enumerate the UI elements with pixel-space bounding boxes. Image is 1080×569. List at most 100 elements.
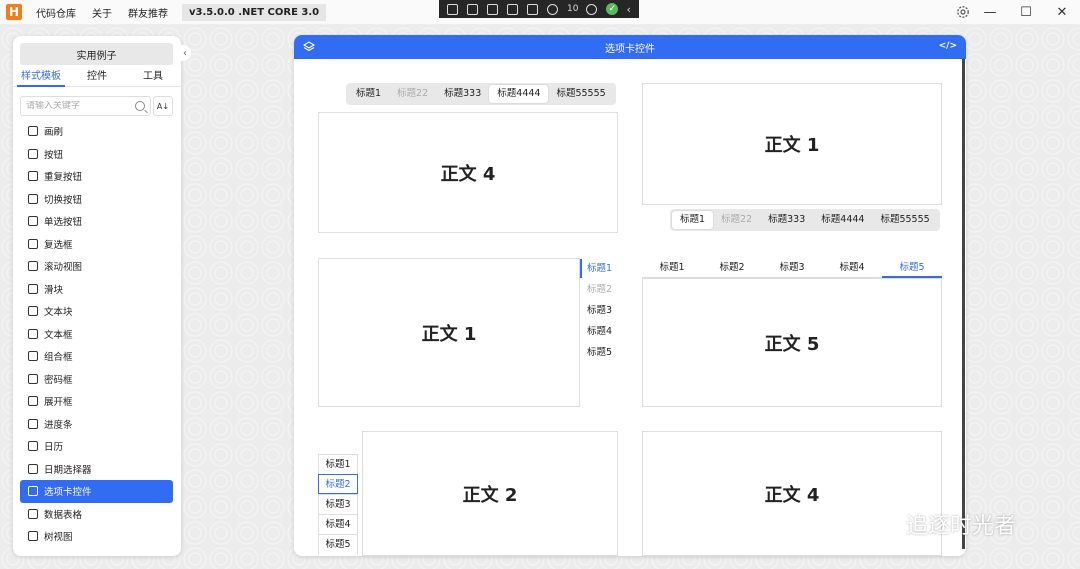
watermark: 追逐时光者 (858, 508, 1016, 540)
track-focus-icon[interactable] (527, 3, 538, 15)
collapse-toolbar-icon[interactable]: ‹ (626, 3, 630, 16)
sidebar-item-label: 进度条 (44, 419, 73, 431)
boxed-tab[interactable]: 标题5 (318, 534, 358, 554)
live-tree-icon[interactable] (447, 3, 458, 15)
tab-item[interactable]: 标题4444 (489, 85, 549, 103)
textblock-icon (28, 306, 38, 317)
select-element-icon[interactable] (487, 3, 498, 15)
sidebar-item[interactable]: 选项卡控件 (20, 480, 173, 503)
sidebar: 实用例子 样式模板 控件 工具 A↓ 画刷按钮重复按钮切换按钮单选按钮复选框滚动… (13, 36, 181, 556)
vtabs-bottom-left: 标题1 标题2 标题3 标题4 标题5 (318, 454, 358, 554)
hot-reload-check-icon[interactable]: ✓ (606, 3, 619, 15)
tabstrip-top-left: 标题1 标题22 标题333 标题4444 标题55555 (346, 83, 616, 105)
record-icon[interactable] (467, 3, 478, 15)
sidebar-item[interactable]: 树视图 (20, 525, 173, 548)
tab-controls[interactable]: 控件 (69, 69, 125, 86)
sidebar-item[interactable]: 组合框 (20, 345, 173, 368)
sidebar-item[interactable]: 滚动视图 (20, 255, 173, 278)
tab-item[interactable]: 标题333 (760, 211, 813, 229)
version-badge: v3.5.0.0 .NET CORE 3.0 (182, 3, 327, 21)
sidebar-item[interactable]: 切换按钮 (20, 188, 173, 211)
toggle-button-icon (28, 193, 38, 204)
examples-button[interactable]: 实用例子 (20, 43, 173, 65)
close-button[interactable]: ✕ (1044, 5, 1080, 20)
vertical-tab[interactable]: 标题1 (580, 258, 620, 279)
underline-tab[interactable]: 标题3 (762, 258, 822, 277)
collapse-sidebar-button[interactable]: ‹ (179, 45, 191, 61)
vertical-tab[interactable]: 标题2 (580, 279, 620, 300)
tab-item[interactable]: 标题1 (672, 211, 714, 229)
boxed-tab[interactable]: 标题4 (318, 514, 358, 534)
vertical-tab[interactable]: 标题5 (580, 342, 620, 363)
sidebar-item[interactable]: 进度条 (20, 413, 173, 436)
boxed-tab[interactable]: 标题1 (318, 454, 358, 474)
boxed-tab[interactable]: 标题3 (318, 494, 358, 514)
menu-friends[interactable]: 群友推荐 (128, 5, 168, 20)
sidebar-item[interactable]: 日历 (20, 435, 173, 458)
search-icon[interactable] (135, 101, 145, 111)
content-bottom-left: 正文 2 (362, 431, 618, 556)
tabstrip-top-right: 标题1 标题22 标题333 标题4444 标题55555 (670, 209, 940, 231)
accessibility-icon[interactable] (586, 3, 598, 15)
sidebar-item-label: 滑块 (44, 284, 64, 296)
progress-icon (28, 418, 38, 429)
tab-item[interactable]: 标题4444 (813, 211, 872, 229)
sidebar-item-label: 日期选择器 (44, 464, 92, 476)
scrollbar[interactable] (962, 59, 965, 549)
underline-tab[interactable]: 标题4 (822, 258, 882, 277)
sidebar-nav: 画刷 按钮重复按钮切换按钮单选按钮复选框滚动视图滑块文本块文本框 组合框 密码框 展开框… (20, 120, 173, 548)
minimize-button[interactable]: — (972, 5, 1008, 20)
binding-failure-icon[interactable] (547, 3, 558, 15)
sidebar-item-label: 选项卡控件 (44, 487, 92, 499)
scrollview-icon (28, 261, 38, 272)
layout-adorner-icon[interactable] (507, 3, 518, 15)
view-code-icon[interactable]: </> (939, 41, 957, 51)
tab-item[interactable]: 标题1 (348, 85, 389, 103)
sidebar-item-label: 复选框 (44, 239, 73, 251)
tab-tools[interactable]: 工具 (125, 69, 181, 86)
sort-az-button[interactable]: A↓ (153, 96, 173, 116)
menu-repo[interactable]: 代码仓库 (36, 5, 76, 20)
tab-style-templates[interactable]: 样式模板 (13, 69, 69, 87)
sidebar-item[interactable]: 画刷 (20, 120, 173, 143)
sidebar-item[interactable]: 按钮 (20, 143, 173, 166)
tab-item[interactable]: 标题333 (436, 85, 489, 103)
vertical-tab[interactable]: 标题3 (580, 300, 620, 321)
sidebar-item[interactable]: 日期选择器 (20, 458, 173, 481)
sidebar-item[interactable]: 单选按钮 (20, 210, 173, 233)
content-top-right: 正文 1 (642, 83, 942, 205)
underline-tab[interactable]: 标题2 (702, 258, 762, 277)
underline-tab[interactable]: 标题5 (882, 258, 942, 278)
tab-item[interactable]: 标题55555 (872, 211, 937, 229)
tab-item[interactable]: 标题22 (389, 85, 436, 103)
sidebar-item[interactable]: 密码框 (20, 368, 173, 391)
tab-item[interactable]: 标题55555 (548, 85, 613, 103)
underline-tab[interactable]: 标题1 (642, 258, 702, 277)
sidebar-item-label: 重复按钮 (44, 172, 83, 184)
sidebar-item[interactable]: 文本框 (20, 323, 173, 346)
sidebar-item[interactable]: 文本块 (20, 300, 173, 323)
radio-icon (28, 216, 38, 227)
combobox-icon (28, 351, 38, 362)
sidebar-item-label: 切换按钮 (44, 194, 83, 206)
search-box (20, 96, 151, 116)
vertical-tab[interactable]: 标题4 (580, 321, 620, 342)
menu-about[interactable]: 关于 (92, 5, 112, 20)
sidebar-item-label: 文本块 (44, 307, 73, 319)
datepicker-icon (28, 463, 38, 474)
sidebar-item[interactable]: 复选框 (20, 233, 173, 256)
boxed-tab[interactable]: 标题2 (318, 474, 358, 494)
sidebar-item[interactable]: 展开框 (20, 390, 173, 413)
sidebar-item[interactable]: 重复按钮 (20, 165, 173, 188)
search-input[interactable] (26, 101, 131, 111)
sidebar-tabs: 样式模板 控件 工具 (13, 69, 181, 87)
expander-icon (28, 396, 38, 407)
sidebar-item[interactable]: 数据表格 (20, 503, 173, 526)
settings-gear-icon[interactable] (955, 4, 971, 20)
app-logo: H (6, 4, 22, 20)
tab-item[interactable]: 标题22 (713, 211, 760, 229)
maximize-button[interactable]: ☐ (1008, 5, 1044, 20)
main-header: 选项卡控件 </> (294, 35, 966, 59)
treeview-icon (28, 531, 38, 542)
sidebar-item[interactable]: 滑块 (20, 278, 173, 301)
